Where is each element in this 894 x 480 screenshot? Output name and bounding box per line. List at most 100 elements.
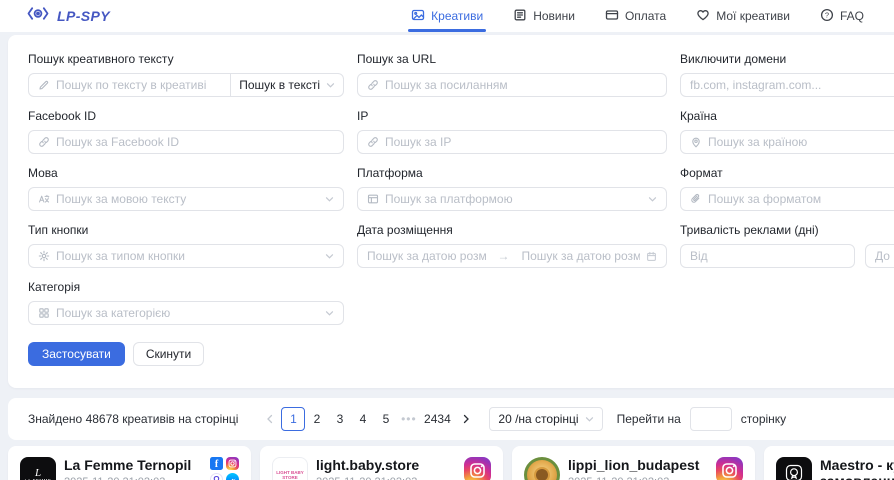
date-to-placeholder[interactable]: Пошук за датою розміщення bbox=[522, 249, 641, 263]
field-label: Платформа bbox=[357, 166, 667, 180]
creative-text-mode-select[interactable]: Пошук в тексті bbox=[231, 73, 344, 97]
platform-icons bbox=[210, 457, 239, 480]
top-header: LP-SPY Креативи Новини bbox=[0, 0, 894, 32]
date-from-placeholder[interactable]: Пошук за датою розміщення bbox=[367, 249, 486, 263]
page-button[interactable]: 5 bbox=[374, 407, 397, 431]
nav-item-payment[interactable]: Оплата bbox=[605, 0, 666, 32]
country-input[interactable] bbox=[708, 135, 894, 149]
page-size-select[interactable]: 20 /на сторінці bbox=[489, 407, 602, 431]
instagram-icon bbox=[226, 457, 239, 470]
creative-card[interactable]: Maestro - кухні, ме замовлення в Ужго 20… bbox=[764, 446, 894, 480]
platform-input[interactable] bbox=[385, 192, 642, 206]
field-label: Формат bbox=[680, 166, 894, 180]
field-exclude-domains: Виключити домени bbox=[680, 52, 894, 97]
button-type-input[interactable] bbox=[56, 249, 319, 263]
avatar-monogram: L bbox=[35, 468, 41, 478]
image-icon bbox=[411, 8, 425, 25]
date-range-picker[interactable]: Пошук за датою розміщення → Пошук за дат… bbox=[357, 244, 667, 268]
ip-input[interactable] bbox=[385, 135, 657, 149]
badge-emblem-icon bbox=[784, 463, 804, 480]
url-input[interactable] bbox=[385, 78, 657, 92]
svg-text:?: ? bbox=[825, 10, 829, 19]
field-category: Категорія bbox=[28, 280, 344, 325]
exclude-domains-input[interactable] bbox=[690, 78, 894, 92]
chevron-down-icon bbox=[585, 415, 594, 423]
apply-button[interactable]: Застосувати bbox=[28, 342, 125, 366]
instagram-icon bbox=[464, 457, 491, 480]
page-button-last[interactable]: 2434 bbox=[420, 407, 454, 431]
creative-card[interactable]: L LA FEMME La Femme Ternopil 2025-11-20 … bbox=[8, 446, 251, 480]
field-language: Мова bbox=[28, 166, 344, 211]
button-type-select[interactable] bbox=[28, 244, 344, 268]
pagination: 1 2 3 4 5 ••• 2434 bbox=[258, 407, 477, 431]
field-label: Мова bbox=[28, 166, 344, 180]
page-button[interactable]: 1 bbox=[281, 407, 305, 431]
format-input[interactable] bbox=[708, 192, 894, 206]
chevron-down-icon bbox=[326, 81, 335, 89]
card-title[interactable]: Maestro - кухні, ме замовлення в Ужго bbox=[820, 457, 894, 480]
goto-prefix-label: Перейти на bbox=[617, 412, 681, 426]
creative-text-input[interactable] bbox=[56, 78, 221, 92]
field-label: Країна bbox=[680, 109, 894, 123]
platform-select[interactable] bbox=[357, 187, 667, 211]
paperclip-icon bbox=[690, 193, 702, 205]
format-select[interactable] bbox=[680, 187, 894, 211]
language-input[interactable] bbox=[56, 192, 319, 206]
chevron-down-icon bbox=[325, 195, 334, 203]
field-placement-date: Дата розміщення Пошук за датою розміщенн… bbox=[357, 223, 667, 268]
field-label: Пошук за URL bbox=[357, 52, 667, 66]
reset-button[interactable]: Скинути bbox=[133, 342, 204, 366]
brand-logo[interactable]: LP-SPY bbox=[26, 5, 110, 27]
nav-item-creatives[interactable]: Креативи bbox=[411, 0, 483, 32]
chevron-right-icon[interactable] bbox=[454, 407, 477, 431]
creative-card[interactable]: lippi_lion_budapest 2025-11-20 21:02:03 … bbox=[512, 446, 755, 480]
nav-item-news[interactable]: Новини bbox=[513, 0, 575, 32]
field-button-type: Тип кнопки bbox=[28, 223, 344, 268]
avatar: LIGHT BABY STORE bbox=[272, 457, 308, 480]
heart-icon bbox=[696, 8, 710, 25]
page-button[interactable]: 2 bbox=[305, 407, 328, 431]
page-button[interactable]: 3 bbox=[328, 407, 351, 431]
category-input[interactable] bbox=[56, 306, 319, 320]
page-button[interactable]: 4 bbox=[351, 407, 374, 431]
duration-to-input[interactable] bbox=[875, 249, 894, 263]
translate-icon bbox=[38, 193, 50, 205]
category-select[interactable] bbox=[28, 301, 344, 325]
duration-from-input[interactable] bbox=[690, 249, 845, 263]
gear-icon bbox=[38, 250, 50, 262]
avatar bbox=[524, 457, 560, 480]
card-title[interactable]: light.baby.store bbox=[316, 457, 456, 473]
goto-page-input[interactable] bbox=[690, 407, 732, 431]
field-label: Тривалість реклами (дні) bbox=[680, 223, 894, 237]
window-icon bbox=[367, 193, 379, 205]
card-title-line: замовлення в Ужго bbox=[820, 473, 894, 480]
language-select[interactable] bbox=[28, 187, 344, 211]
creatives-list: L LA FEMME La Femme Ternopil 2025-11-20 … bbox=[8, 446, 894, 480]
creative-card[interactable]: LIGHT BABY STORE light.baby.store 2025-1… bbox=[260, 446, 503, 480]
link-icon bbox=[367, 136, 379, 148]
facebook-icon bbox=[210, 457, 223, 470]
field-label: Тип кнопки bbox=[28, 223, 344, 237]
card-title[interactable]: La Femme Ternopil bbox=[64, 457, 202, 473]
card-date: 2025-11-20 21:02:03 bbox=[64, 476, 202, 480]
instagram-icon bbox=[716, 457, 743, 480]
filter-panel: Пошук креативного тексту Пошук в тексті bbox=[8, 35, 894, 388]
field-label: IP bbox=[357, 109, 667, 123]
page-size-value: 20 /на сторінці bbox=[498, 412, 578, 426]
chevron-left-icon[interactable] bbox=[258, 407, 281, 431]
chevron-down-icon bbox=[325, 309, 334, 317]
field-label: Пошук креативного тексту bbox=[28, 52, 344, 66]
range-arrow-icon: → bbox=[492, 249, 516, 263]
nav-label: Оплата bbox=[625, 9, 666, 23]
nav-item-my-creatives[interactable]: Мої креативи bbox=[696, 0, 790, 32]
main-nav: Креативи Новини Оплата bbox=[411, 0, 864, 32]
avatar-label: LIGHT BABY STORE bbox=[273, 470, 307, 480]
audience-network-icon bbox=[210, 473, 223, 480]
card-date: 2025-11-20 21:02:03 bbox=[568, 476, 708, 480]
grid-icon bbox=[38, 307, 50, 319]
nav-item-faq[interactable]: ? FAQ bbox=[820, 0, 864, 32]
field-label: Категорія bbox=[28, 280, 344, 294]
field-label: Дата розміщення bbox=[357, 223, 667, 237]
card-title[interactable]: lippi_lion_budapest bbox=[568, 457, 708, 473]
facebook-id-input[interactable] bbox=[56, 135, 334, 149]
